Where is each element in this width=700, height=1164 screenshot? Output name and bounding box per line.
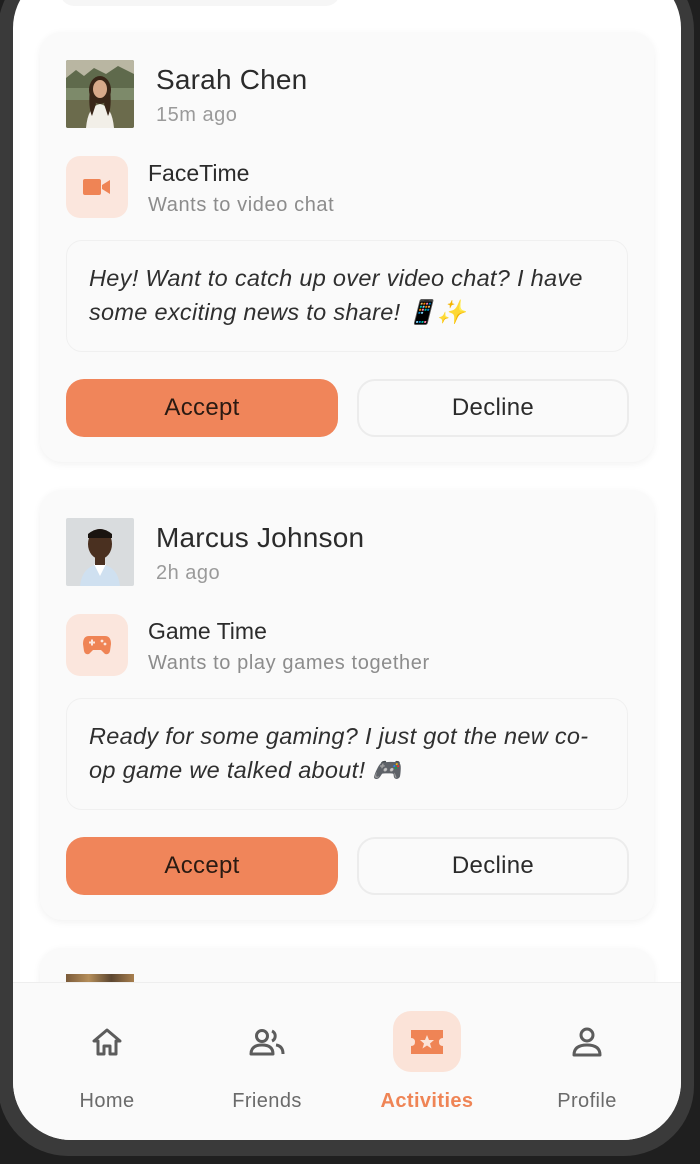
request-message: Hey! Want to catch up over video chat? I… <box>66 240 628 352</box>
nav-label: Activities <box>380 1090 474 1112</box>
nav-label: Friends <box>232 1090 302 1112</box>
phone-frame: Sarah Chen 15m ago FaceTime Wants to vid… <box>0 0 700 1164</box>
nav-item-activities[interactable]: Activities <box>347 983 507 1113</box>
decline-button[interactable]: Decline <box>357 837 629 895</box>
accept-button[interactable]: Accept <box>66 837 338 895</box>
nav-item-home[interactable]: Home <box>27 983 187 1113</box>
ticket-star-icon <box>393 1011 461 1072</box>
sender-name: Marcus Johnson <box>156 522 365 553</box>
request-card: Sarah Chen 15m ago FaceTime Wants to vid… <box>40 32 654 462</box>
people-icon <box>233 1011 301 1072</box>
gamepad-icon <box>66 614 128 676</box>
accept-button[interactable]: Accept <box>66 379 338 437</box>
avatar[interactable] <box>66 518 134 586</box>
home-icon <box>73 1011 141 1072</box>
activity-feed[interactable]: Sarah Chen 15m ago FaceTime Wants to vid… <box>13 0 681 1140</box>
request-message: Ready for some gaming? I just got the ne… <box>66 698 628 810</box>
activity-title: Game Time <box>148 618 267 644</box>
nav-item-friends[interactable]: Friends <box>187 983 347 1113</box>
nav-label: Home <box>79 1090 135 1112</box>
nav-label: Profile <box>557 1090 617 1112</box>
request-card: Marcus Johnson 2h ago Game Time Wants to… <box>40 490 654 920</box>
nav-item-profile[interactable]: Profile <box>507 983 667 1113</box>
video-camera-icon <box>66 156 128 218</box>
sender-name: Sarah Chen <box>156 64 308 95</box>
request-time: 15m ago <box>156 104 238 126</box>
request-time: 2h ago <box>156 562 221 584</box>
app-screen: Sarah Chen 15m ago FaceTime Wants to vid… <box>13 0 681 1140</box>
previous-card-edge <box>60 0 340 6</box>
activity-title: FaceTime <box>148 160 250 186</box>
person-icon <box>553 1011 621 1072</box>
bottom-navigation: Home Friends Activities Profile <box>13 982 681 1140</box>
avatar[interactable] <box>66 60 134 128</box>
decline-button[interactable]: Decline <box>357 379 629 437</box>
activity-subtitle: Wants to play games together <box>148 652 430 674</box>
activity-subtitle: Wants to video chat <box>148 194 335 216</box>
